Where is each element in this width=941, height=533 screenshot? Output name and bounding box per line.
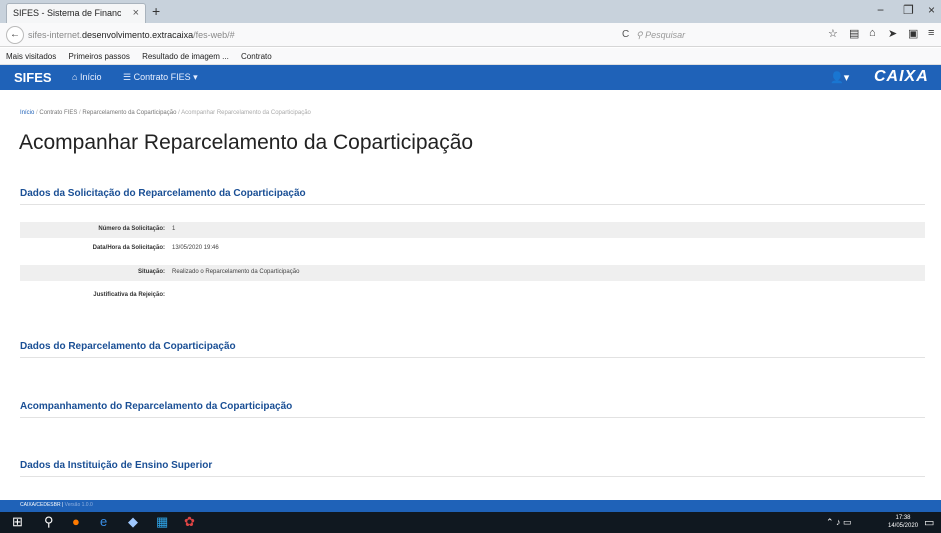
app-icon[interactable]: ✿: [184, 514, 195, 530]
field-value: Realizado o Reparcelamento da Coparticip…: [172, 269, 300, 275]
bookmark-item[interactable]: Resultado de imagem ...: [142, 52, 229, 61]
store-icon[interactable]: ▦: [156, 514, 168, 530]
nav-home-link[interactable]: ⌂ Início: [72, 72, 101, 82]
reload-icon[interactable]: C: [622, 29, 629, 40]
field-label: Situação:: [137, 269, 165, 275]
clock-time: 17:38: [895, 515, 911, 521]
os-taskbar: [0, 512, 941, 533]
sidebar-icon[interactable]: ▣: [908, 27, 918, 40]
field-value: 13/05/2020 19:46: [172, 245, 219, 251]
edge-icon[interactable]: e: [100, 514, 107, 529]
nav-home-label: Início: [79, 72, 102, 82]
chevron-down-icon: ▾: [843, 72, 850, 84]
app-brand[interactable]: SIFES: [14, 70, 52, 85]
window-close-icon[interactable]: ×: [928, 3, 935, 17]
caixa-logo: CAIXA: [874, 68, 929, 85]
section-title-instituicao[interactable]: Dados da Instituição de Ensino Superior: [20, 460, 212, 471]
back-icon[interactable]: ←: [6, 26, 24, 44]
search-placeholder: Pesquisar: [645, 30, 686, 40]
tab-close-icon[interactable]: ×: [133, 7, 139, 19]
list-icon: ☰: [123, 72, 134, 82]
app-icon[interactable]: ◆: [128, 514, 138, 530]
windows-start-icon[interactable]: ⊞: [12, 514, 23, 530]
url-host: desenvolvimento.extracaixa: [82, 30, 194, 40]
user-menu[interactable]: 👤▾: [830, 71, 849, 84]
bookmark-star-icon[interactable]: ☆: [828, 27, 838, 40]
chevron-down-icon: ▾: [190, 72, 198, 82]
breadcrumb-current: Acompanhar Reparcelamento da Coparticipa…: [181, 110, 311, 116]
breadcrumb: Início / Contrato FIES / Reparcelamento …: [20, 110, 311, 116]
tab-title: SIFES - Sistema de Financiame...: [13, 8, 121, 18]
breadcrumb-item[interactable]: Contrato FIES: [39, 110, 77, 116]
field-label: Número da Solicitação:: [98, 226, 165, 232]
section-divider: [20, 357, 925, 358]
bookmark-item[interactable]: Primeiros passos: [68, 52, 129, 61]
field-value: 1: [172, 226, 176, 232]
restore-icon[interactable]: ❐: [903, 3, 914, 17]
firefox-icon[interactable]: ●: [72, 514, 80, 529]
field-row: Situação: Realizado o Reparcelamento da …: [20, 265, 925, 281]
tray-icons[interactable]: ⌃ ♪ ▭: [826, 517, 852, 528]
nav-contrato-menu[interactable]: ☰ Contrato FIES ▾: [123, 72, 198, 83]
field-row: Data/Hora da Solicitação: 13/05/2020 19:…: [20, 241, 925, 257]
page-title: Acompanhar Reparcelamento da Coparticipa…: [19, 131, 474, 154]
app-footer: [0, 500, 941, 512]
user-icon: 👤: [830, 72, 844, 84]
nav-contrato-label: Contrato FIES: [133, 72, 191, 82]
new-tab-button[interactable]: +: [152, 3, 160, 19]
bookmark-item[interactable]: Contrato: [241, 52, 272, 61]
url-bar[interactable]: sifes-internet.desenvolvimento.extracaix…: [28, 27, 608, 43]
menu-icon[interactable]: ≡: [928, 27, 934, 39]
browser-tab[interactable]: SIFES - Sistema de Financiame... ×: [6, 3, 146, 23]
home-icon: ⌂: [72, 72, 80, 82]
breadcrumb-item[interactable]: Reparcelamento da Coparticipação: [82, 110, 176, 116]
pocket-icon[interactable]: ➤: [888, 27, 897, 40]
field-label: Data/Hora da Solicitação:: [92, 245, 165, 251]
field-row: Justificativa da Rejeição:: [20, 288, 925, 304]
section-divider: [20, 417, 925, 418]
field-row: Número da Solicitação: 1: [20, 222, 925, 238]
system-clock[interactable]: 17:38 14/05/2020: [888, 514, 918, 530]
section-title-acompanhamento[interactable]: Acompanhamento do Reparcelamento da Copa…: [20, 401, 292, 412]
url-suffix: /fes-web/#: [193, 30, 235, 40]
footer-text: CAIXA/CEDESBR | Versão 1.0.0: [20, 502, 93, 508]
footer-org: CAIXA/CEDESBR |: [20, 502, 64, 508]
library-icon[interactable]: ▤: [849, 27, 859, 40]
section-divider: [20, 476, 925, 477]
section-title-solicitacao: Dados da Solicitação do Reparcelamento d…: [20, 188, 306, 199]
search-icon: ⚲: [636, 30, 646, 40]
section-divider: [20, 204, 925, 205]
section-title-reparcelamento[interactable]: Dados do Reparcelamento da Coparticipaçã…: [20, 341, 236, 352]
clock-date: 14/05/2020: [888, 523, 919, 529]
bookmarks-bar: Mais visitados Primeiros passos Resultad…: [0, 48, 941, 65]
notifications-icon[interactable]: ▭: [924, 516, 934, 529]
footer-version: Versão 1.0.0: [64, 502, 93, 508]
bookmark-item[interactable]: Mais visitados: [6, 52, 56, 61]
browser-search-input[interactable]: ⚲ Pesquisar: [636, 27, 806, 43]
search-icon[interactable]: ⚲: [44, 514, 54, 530]
home-icon[interactable]: ⌂: [869, 27, 876, 39]
field-label: Justificativa da Rejeição:: [93, 292, 165, 298]
breadcrumb-item[interactable]: Início: [20, 110, 34, 116]
url-prefix: sifes-internet.: [28, 30, 83, 40]
minimize-icon[interactable]: −: [877, 3, 884, 17]
